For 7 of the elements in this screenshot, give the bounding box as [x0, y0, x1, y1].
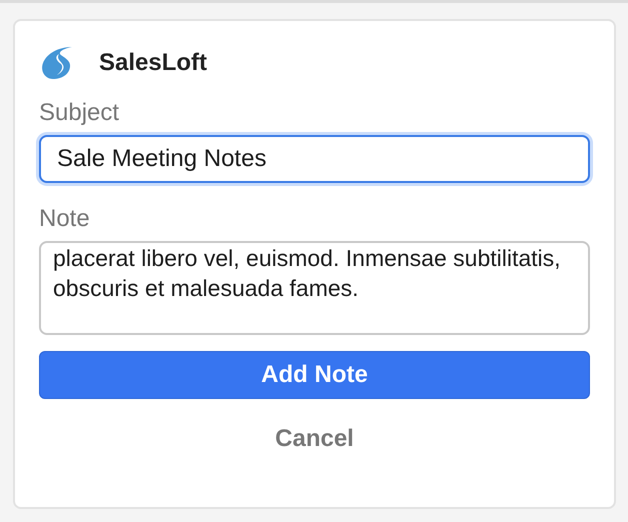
brand-name: SalesLoft	[99, 49, 208, 77]
cancel-button[interactable]: Cancel	[267, 421, 362, 457]
field-label: Note	[39, 205, 90, 233]
subject-field[interactable]: Sale Meeting Notes	[39, 135, 590, 183]
field-label: Subject	[39, 99, 120, 127]
add-note-button[interactable]: Add Note	[39, 351, 590, 399]
note-field[interactable]: placerat libero vel, euismod. Inmensae subtilitatis, obscuris et malesuada fames.	[39, 241, 590, 335]
